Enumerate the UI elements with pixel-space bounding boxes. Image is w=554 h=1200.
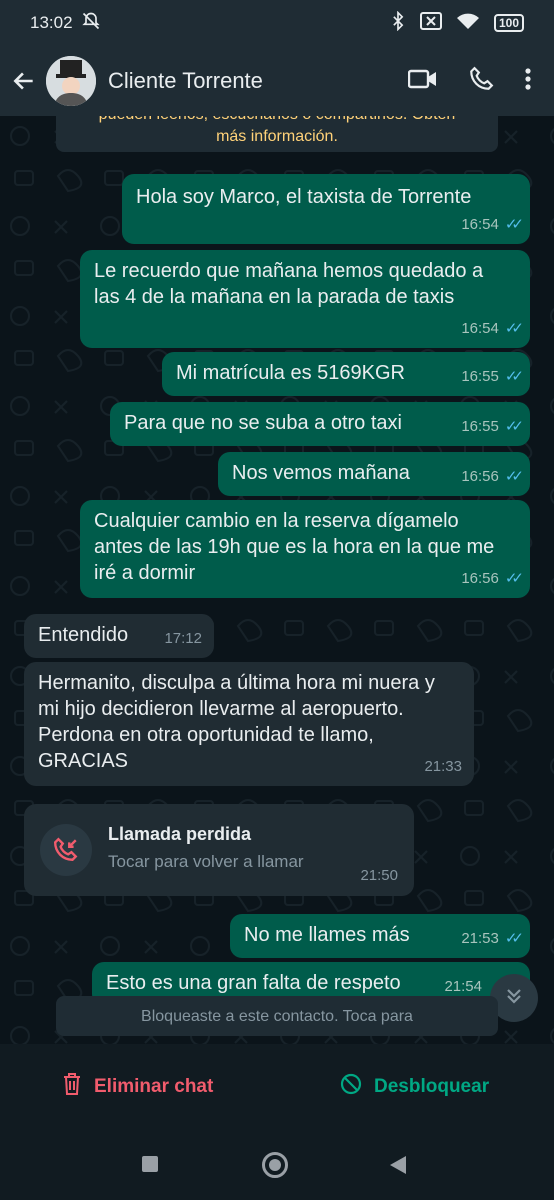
message-time: 16:54 (461, 320, 499, 337)
recent-apps-icon[interactable] (142, 1156, 158, 1172)
status-time: 13:02 (30, 13, 73, 32)
more-vert-icon[interactable] (524, 67, 532, 96)
status-bar: 13:02 100 (0, 0, 554, 46)
contact-name[interactable]: Cliente Torrente (108, 68, 263, 94)
chat-header: Cliente Torrente (0, 46, 554, 116)
message-time: 17:12 (164, 630, 202, 647)
missed-call-icon (40, 824, 92, 876)
unblock-button[interactable]: Desbloquear (340, 1073, 489, 1101)
chat-area[interactable]: pueden leerlos, escucharlos o compartirl… (0, 116, 554, 1044)
video-call-icon[interactable] (407, 68, 438, 95)
message-time: 16:54 (461, 216, 499, 233)
avatar[interactable] (46, 56, 96, 106)
battery-icon: 100 (493, 14, 524, 32)
message-bubble[interactable]: No me llames más 21:53 ✓✓ (230, 914, 530, 958)
home-icon[interactable] (262, 1152, 288, 1178)
message-text: Hola soy Marco, el taxista de Torrente (136, 186, 472, 208)
delete-chat-label: Eliminar chat (94, 1076, 214, 1097)
encryption-notice[interactable]: pueden leerlos, escucharlos o compartirl… (56, 116, 498, 152)
delete-chat-button[interactable]: Eliminar chat (62, 1072, 213, 1102)
read-ticks-icon: ✓✓ (504, 320, 524, 337)
message-bubble[interactable]: Hola soy Marco, el taxista de Torrente 1… (122, 174, 530, 244)
message-bubble[interactable]: Para que no se suba a otro taxi 16:55 ✓✓ (110, 402, 530, 446)
read-ticks-icon: ✓✓ (504, 418, 524, 435)
nav-back-icon[interactable] (390, 1156, 406, 1174)
blocked-notice[interactable]: Bloqueaste a este contacto. Toca para (56, 996, 498, 1036)
read-ticks-icon: ✓✓ (504, 468, 524, 485)
read-ticks-icon: ✓✓ (504, 216, 524, 233)
message-text: Le recuerdo que mañana hemos quedado a l… (94, 260, 484, 308)
message-text: Cualquier cambio en la reserva dígamelo … (94, 510, 495, 584)
blocked-notice-text: Bloqueaste a este contacto. Toca para (141, 1008, 413, 1025)
sim-x-icon (419, 11, 442, 35)
missed-call-title: Llamada perdida (108, 824, 252, 844)
trash-icon (62, 1072, 82, 1102)
read-ticks-icon: ✓✓ (504, 368, 524, 385)
bell-off-icon (81, 11, 101, 36)
message-text: Para que no se suba a otro taxi (124, 412, 402, 434)
message-time: 16:56 (461, 570, 499, 587)
message-time: 21:53 (461, 930, 499, 947)
blocked-actions-bar: Eliminar chat Desbloquear (0, 1044, 554, 1130)
scroll-down-icon (504, 986, 524, 1011)
back-arrow-icon[interactable] (2, 68, 46, 94)
unblock-label: Desbloquear (374, 1076, 490, 1097)
missed-call-time: 21:50 (360, 867, 398, 884)
message-bubble[interactable]: Nos vemos mañana 16:56 ✓✓ (218, 452, 530, 496)
phone-icon[interactable] (468, 66, 494, 97)
message-bubble[interactable]: Le recuerdo que mañana hemos quedado a l… (80, 250, 530, 348)
notice-line-1: pueden leerlos, escucharlos o compartirl… (56, 116, 498, 126)
missed-call-card[interactable]: Llamada perdida Tocar para volver a llam… (24, 804, 414, 896)
read-ticks-icon: ✓✓ (504, 570, 524, 587)
unblock-icon (340, 1073, 362, 1101)
message-time: 21:33 (424, 758, 462, 775)
message-bubble[interactable]: Hermanito, disculpa a última hora mi nue… (24, 662, 474, 786)
message-bubble[interactable]: Mi matrícula es 5169KGR 16:55 ✓✓ (162, 352, 530, 396)
message-text: Hermanito, disculpa a última hora mi nue… (38, 672, 435, 772)
notice-line-2: más información. (216, 128, 338, 145)
missed-call-subtitle: Tocar para volver a llamar (108, 852, 304, 871)
bluetooth-icon (390, 10, 406, 36)
wifi-icon (456, 12, 480, 35)
message-bubble[interactable]: Cualquier cambio en la reserva dígamelo … (80, 500, 530, 598)
system-nav-bar (0, 1130, 554, 1200)
read-ticks-icon: ✓✓ (504, 930, 524, 947)
message-bubble[interactable]: Entendido 17:12 (24, 614, 214, 658)
message-time: 16:55 (461, 418, 499, 435)
message-time: 16:56 (461, 468, 499, 485)
message-time: 16:55 (461, 368, 499, 385)
